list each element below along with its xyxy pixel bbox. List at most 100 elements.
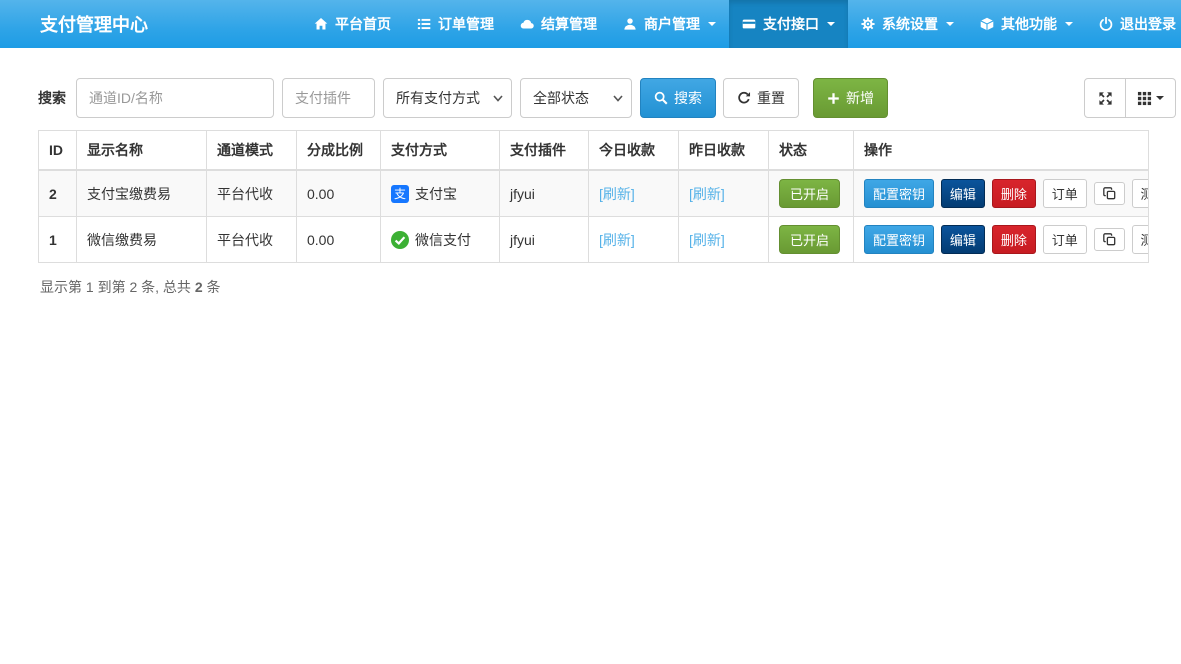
copy-icon [1103, 187, 1116, 200]
config-key-button[interactable]: 配置密钥 [864, 179, 934, 208]
channels-table-wrap: ID 显示名称 通道模式 分成比例 支付方式 支付插件 今日收款 昨日收款 状态… [38, 130, 1149, 263]
col-header-method: 支付方式 [381, 131, 500, 171]
cell-name: 微信缴费易 [77, 217, 207, 263]
pagination-info-prefix: 显示第 1 到第 2 条, 总共 [40, 279, 195, 295]
fullscreen-button[interactable] [1084, 78, 1126, 118]
cell-plugin: jfyui [500, 170, 589, 217]
table-toolbar-group [1084, 78, 1176, 118]
status-badge[interactable]: 已开启 [779, 225, 840, 254]
main-nav: 平台首页 订单管理 结算管理 商户管理 支付接口 系统设置 其他功能 [301, 0, 1181, 48]
cell-today: [刷新] [589, 217, 679, 263]
cell-method: 支 支付宝 [381, 170, 500, 217]
table-header-row: ID 显示名称 通道模式 分成比例 支付方式 支付插件 今日收款 昨日收款 状态… [39, 131, 1149, 171]
test-button[interactable]: 测试 [1132, 179, 1149, 208]
columns-button[interactable] [1126, 78, 1176, 118]
delete-button[interactable]: 删除 [992, 225, 1036, 254]
home-icon [314, 17, 328, 31]
col-header-name: 显示名称 [77, 131, 207, 171]
table-row: 2 支付宝缴费易 平台代收 0.00 支 支付宝 jfyui [刷新] [刷新]… [39, 170, 1149, 217]
nav-item-orders[interactable]: 订单管理 [404, 0, 507, 48]
chevron-down-icon [946, 22, 954, 26]
payment-method-select[interactable]: 所有支付方式 [383, 78, 512, 118]
refresh-icon [737, 91, 751, 105]
chevron-down-icon [708, 22, 716, 26]
cell-ratio: 0.00 [297, 170, 381, 217]
cell-mode: 平台代收 [207, 217, 297, 263]
add-button[interactable]: 新增 [813, 78, 888, 118]
alipay-icon: 支 [391, 185, 409, 203]
nav-item-label: 退出登录 [1120, 14, 1176, 34]
nav-item-logout[interactable]: 退出登录 [1086, 0, 1181, 48]
plugin-search-input[interactable] [282, 78, 375, 118]
nav-item-other-functions[interactable]: 其他功能 [967, 0, 1086, 48]
status-badge[interactable]: 已开启 [779, 179, 840, 208]
cell-actions: 配置密钥 编辑 删除 订单 测试 [854, 217, 1149, 263]
cell-today: [刷新] [589, 170, 679, 217]
top-navbar: 支付管理中心 平台首页 订单管理 结算管理 商户管理 支付接口 系统设置 [0, 0, 1181, 48]
nav-item-home[interactable]: 平台首页 [301, 0, 404, 48]
delete-button[interactable]: 删除 [992, 179, 1036, 208]
status-select[interactable]: 全部状态 [520, 78, 632, 118]
col-header-ratio: 分成比例 [297, 131, 381, 171]
pagination-info: 显示第 1 到第 2 条, 总共 2 条 [40, 277, 1181, 297]
cube-icon [980, 17, 994, 31]
cell-actions: 配置密钥 编辑 删除 订单 测试 [854, 170, 1149, 217]
channels-table: ID 显示名称 通道模式 分成比例 支付方式 支付插件 今日收款 昨日收款 状态… [38, 130, 1149, 263]
status-select-wrap: 全部状态 [520, 78, 632, 118]
channel-search-input[interactable] [76, 78, 274, 118]
nav-item-payment-interface[interactable]: 支付接口 [729, 0, 848, 48]
col-header-id: ID [39, 131, 77, 171]
cloud-icon [520, 17, 534, 31]
nav-item-label: 订单管理 [438, 14, 494, 34]
main-content: 搜索 所有支付方式 全部状态 搜索 重置 新增 [0, 48, 1181, 297]
test-button[interactable]: 测试 [1132, 225, 1149, 254]
copy-button[interactable] [1094, 182, 1125, 205]
nav-item-system-settings[interactable]: 系统设置 [848, 0, 967, 48]
col-header-today: 今日收款 [589, 131, 679, 171]
pagination-info-total: 2 [195, 279, 203, 295]
search-button[interactable]: 搜索 [640, 78, 716, 118]
cell-status: 已开启 [769, 170, 854, 217]
plus-icon [827, 92, 840, 105]
edit-button[interactable]: 编辑 [941, 179, 985, 208]
cell-ratio: 0.00 [297, 217, 381, 263]
power-icon [1099, 17, 1113, 31]
cell-yesterday: [刷新] [679, 170, 769, 217]
config-key-button[interactable]: 配置密钥 [864, 225, 934, 254]
fullscreen-icon [1098, 91, 1113, 106]
chevron-down-icon [827, 22, 835, 26]
col-header-yesterday: 昨日收款 [679, 131, 769, 171]
nav-item-label: 结算管理 [541, 14, 597, 34]
cell-method: 微信支付 [381, 217, 500, 263]
copy-button[interactable] [1094, 228, 1125, 251]
brand-title[interactable]: 支付管理中心 [0, 0, 164, 48]
nav-item-merchants[interactable]: 商户管理 [610, 0, 729, 48]
refresh-today-link[interactable]: [刷新] [599, 186, 635, 202]
nav-item-settlement[interactable]: 结算管理 [507, 0, 610, 48]
user-icon [623, 17, 637, 31]
edit-button[interactable]: 编辑 [941, 225, 985, 254]
col-header-mode: 通道模式 [207, 131, 297, 171]
chevron-down-icon [1065, 22, 1073, 26]
columns-grid-icon [1137, 91, 1152, 106]
col-header-plugin: 支付插件 [500, 131, 589, 171]
cell-plugin: jfyui [500, 217, 589, 263]
refresh-yesterday-link[interactable]: [刷新] [689, 232, 725, 248]
nav-item-label: 商户管理 [644, 14, 700, 34]
cell-id: 1 [39, 217, 77, 263]
payment-method-label: 微信支付 [415, 230, 471, 250]
cell-id: 2 [39, 170, 77, 217]
col-header-actions: 操作 [854, 131, 1149, 171]
nav-item-label: 系统设置 [882, 14, 938, 34]
chevron-down-icon [1156, 96, 1164, 100]
cell-status: 已开启 [769, 217, 854, 263]
credit-card-icon [742, 17, 756, 31]
refresh-today-link[interactable]: [刷新] [599, 232, 635, 248]
search-toolbar: 搜索 所有支付方式 全部状态 搜索 重置 新增 [38, 78, 1181, 118]
payment-method-label: 支付宝 [415, 184, 457, 204]
order-button[interactable]: 订单 [1043, 179, 1087, 208]
order-button[interactable]: 订单 [1043, 225, 1087, 254]
cell-name: 支付宝缴费易 [77, 170, 207, 217]
reset-button[interactable]: 重置 [723, 78, 799, 118]
refresh-yesterday-link[interactable]: [刷新] [689, 186, 725, 202]
